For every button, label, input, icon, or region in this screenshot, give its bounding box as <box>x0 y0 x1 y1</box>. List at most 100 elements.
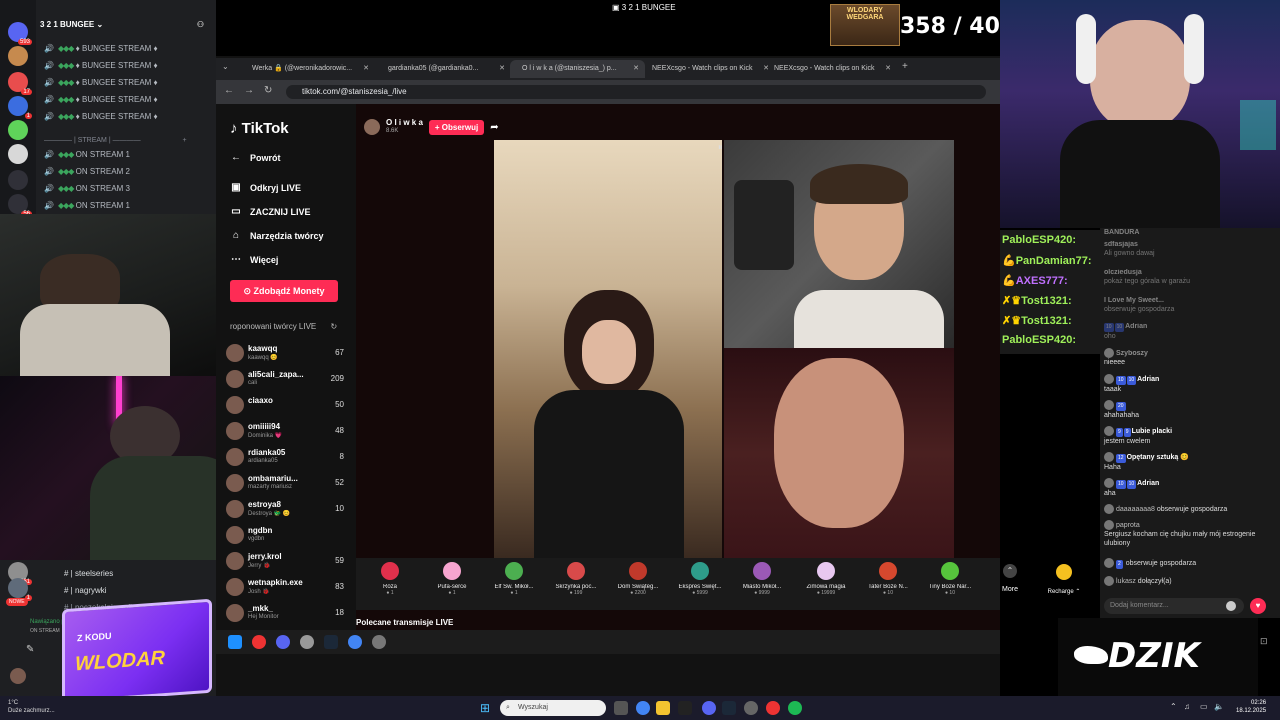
browser-tab[interactable]: NEEXcsgo - Watch clips on Kick ✕ <box>640 60 775 78</box>
comment-input[interactable]: Dodaj komentarz... <box>1104 598 1244 614</box>
server-icon[interactable]: 1 <box>8 96 32 119</box>
forward-icon[interactable]: → <box>244 85 254 96</box>
chrome-icon[interactable] <box>348 635 362 649</box>
browser-tab[interactable]: NEEXcsgo - Watch clips on Kick ✕ <box>762 60 897 78</box>
opera-icon[interactable] <box>252 635 266 649</box>
creator-item[interactable]: omiiiii94 Dominika 💗 48 <box>226 420 344 444</box>
live-video-host[interactable] <box>494 140 722 558</box>
gift-item[interactable]: Pufa-serce ● 1 <box>424 562 480 596</box>
nav-creator-tools[interactable]: ⌂ Narzędzia twórcy <box>230 230 324 242</box>
server-name[interactable]: 3 2 1 BUNGEE ⌄ ⚇ <box>40 20 210 36</box>
tab-list-icon[interactable]: ⌄ <box>222 62 229 71</box>
creator-item[interactable]: estroya8 Destroya 🐲 😊 10 <box>226 498 344 522</box>
creator-item[interactable]: wetnapkin.exe Josh 🐞 83 <box>226 576 344 600</box>
creator-item[interactable]: _mkk_ Hej Monitor 18 <box>226 602 344 626</box>
close-icon[interactable]: ✕ <box>363 60 369 78</box>
host-avatar[interactable] <box>364 119 380 135</box>
emoji-icon[interactable] <box>1226 601 1236 611</box>
settings-icon[interactable] <box>372 635 386 649</box>
voice-channel[interactable]: 🔊 ◆◆◆ ON STREAM 1 <box>44 199 130 213</box>
gift-item[interactable]: Elf Św. Mikoł... ● 1 <box>486 562 542 596</box>
creator-item[interactable]: ali5cali_zapa... cali 209 <box>226 368 344 392</box>
get-coins-button[interactable]: ⊙ Zdobądź Monety <box>230 280 338 302</box>
voice-channel[interactable]: 🔊 ◆◆◆ ON STREAM 1 <box>44 148 130 162</box>
server-icon[interactable] <box>8 46 28 66</box>
steam-icon[interactable] <box>722 701 736 715</box>
taskbar-search[interactable]: ⌕ Wyszukaj <box>500 700 606 716</box>
voice-channel[interactable]: 🔊 ◆◆◆ ON STREAM 3 <box>44 182 130 196</box>
server-icon[interactable] <box>8 120 28 140</box>
like-heart-icon[interactable]: ♥ <box>1250 598 1266 614</box>
refresh-icon[interactable]: ↻ <box>331 322 338 331</box>
browser-tab-active[interactable]: O l i w k a (@staniszesia_) p... ✕ <box>510 60 645 78</box>
weather-widget[interactable]: 1°C Duże zachmurz... <box>8 699 55 715</box>
volume-icon[interactable]: 🔈 <box>1214 702 1224 711</box>
nav-more[interactable]: ⋯ Więcej <box>230 254 278 266</box>
close-icon[interactable]: ✕ <box>633 60 639 78</box>
expand-icon[interactable]: ⊡ <box>1260 636 1268 647</box>
avatar[interactable] <box>10 668 26 684</box>
browser-tab[interactable]: Werka 🔒 (@weronikadorowic... ✕ <box>240 60 375 78</box>
text-channel[interactable]: # | steelseries <box>64 569 113 578</box>
server-icon[interactable] <box>8 144 28 164</box>
chrome-icon[interactable] <box>636 701 650 715</box>
follow-button[interactable]: + Obserwuj <box>428 119 485 135</box>
voice-channel[interactable]: 🔊 ◆◆◆ ♦ BUNGEE STREAM ♦ <box>44 76 158 90</box>
windows-start-icon[interactable]: ⊞ <box>480 701 494 715</box>
creator-item[interactable]: ngdbn vgdbn <box>226 524 344 548</box>
clock[interactable]: 02:26 18.12.2025 <box>1236 699 1266 715</box>
gift-item[interactable]: Zimowa magia ● 19999 <box>798 562 854 596</box>
back-icon[interactable]: ← <box>224 85 234 96</box>
creator-item[interactable]: rdianka05 ardianka05 8 <box>226 446 344 470</box>
server-icon[interactable]: 593 <box>8 22 32 45</box>
layout-icon[interactable]: ⏸ <box>718 142 723 153</box>
gift-item[interactable]: Tater Boże N... ● 10 <box>860 562 916 596</box>
discord-icon[interactable] <box>276 635 290 649</box>
live-video-guest-1[interactable] <box>724 140 954 348</box>
creator-item[interactable]: kaawqq kaawqq 😊 67 <box>226 342 344 366</box>
gift-item[interactable]: Dom Świąteg... ● 2200 <box>610 562 666 596</box>
nav-discover-live[interactable]: ▣ Odkryj LIVE <box>230 182 301 194</box>
obs-icon[interactable] <box>744 701 758 715</box>
add-user-icon[interactable]: ⚇ <box>197 20 204 29</box>
close-icon[interactable]: ✕ <box>885 60 891 78</box>
tray-chevron-icon[interactable]: ⌃ <box>1170 702 1177 711</box>
spotify-icon[interactable] <box>788 701 802 715</box>
voice-channel[interactable]: 🔊 ◆◆◆ ♦ BUNGEE STREAM ♦ <box>44 93 158 107</box>
tiktok-logo[interactable]: ♪ TikTok <box>230 120 289 137</box>
gift-item[interactable]: Ekspres Święt... ● 5999 <box>672 562 728 596</box>
back-link[interactable]: ← Powrót <box>230 152 281 164</box>
discord-icon[interactable] <box>702 701 716 715</box>
gift-item[interactable]: Miasto Mikoł... ● 9999 <box>734 562 790 596</box>
voice-channel[interactable]: 🔊 ◆◆◆ ♦ BUNGEE STREAM ♦ <box>44 110 158 124</box>
add-channel-icon[interactable]: + <box>183 137 187 144</box>
mute-mic-icon[interactable]: ✎ <box>26 644 34 655</box>
network-icon[interactable]: ▭ <box>1200 702 1208 711</box>
server-icon[interactable]: 17 <box>8 72 32 95</box>
reload-icon[interactable]: ↻ <box>264 85 272 96</box>
channel-category[interactable]: ———— | STREAM | ———— + <box>44 134 187 148</box>
browser-tab[interactable]: gardianka05 (@gardianka0... ✕ <box>376 60 511 78</box>
creator-item[interactable]: ombamariu... mazarty mariusz 52 <box>226 472 344 496</box>
text-channel[interactable]: # | nagrywki <box>64 586 107 595</box>
file-explorer-icon[interactable] <box>656 701 670 715</box>
server-icon[interactable]: 1 <box>8 578 32 601</box>
more-gifts-button[interactable]: ⌃ More <box>998 564 1022 593</box>
gift-item[interactable]: Skrzynka poc... ● 199 <box>548 562 604 596</box>
voice-channel[interactable]: 🔊 ◆◆◆ ON STREAM 2 <box>44 165 130 179</box>
new-tab-icon[interactable]: + <box>902 61 908 72</box>
url-input[interactable]: tiktok.com/@staniszesia_/live <box>286 85 986 99</box>
server-icon[interactable] <box>8 170 28 190</box>
creator-item[interactable]: jerry.krol Jerry 🐞 59 <box>226 550 344 574</box>
task-view-icon[interactable] <box>614 701 628 715</box>
nav-start-live[interactable]: ▭ ZACZNIJ LIVE <box>230 206 310 218</box>
live-video-guest-2[interactable] <box>724 348 954 558</box>
recharge-button[interactable]: Recharge ⌃ <box>1042 564 1086 595</box>
server-icon[interactable]: 56 <box>8 194 32 217</box>
gift-item[interactable]: Róża ● 1 <box>362 562 418 596</box>
steam-icon[interactable] <box>324 635 338 649</box>
voice-channel[interactable]: 🔊 ◆◆◆ ♦ BUNGEE STREAM ♦ <box>44 59 158 73</box>
headset-icon[interactable]: ♫ <box>1184 702 1190 711</box>
obs-icon[interactable] <box>300 635 314 649</box>
windows-icon[interactable] <box>228 635 242 649</box>
